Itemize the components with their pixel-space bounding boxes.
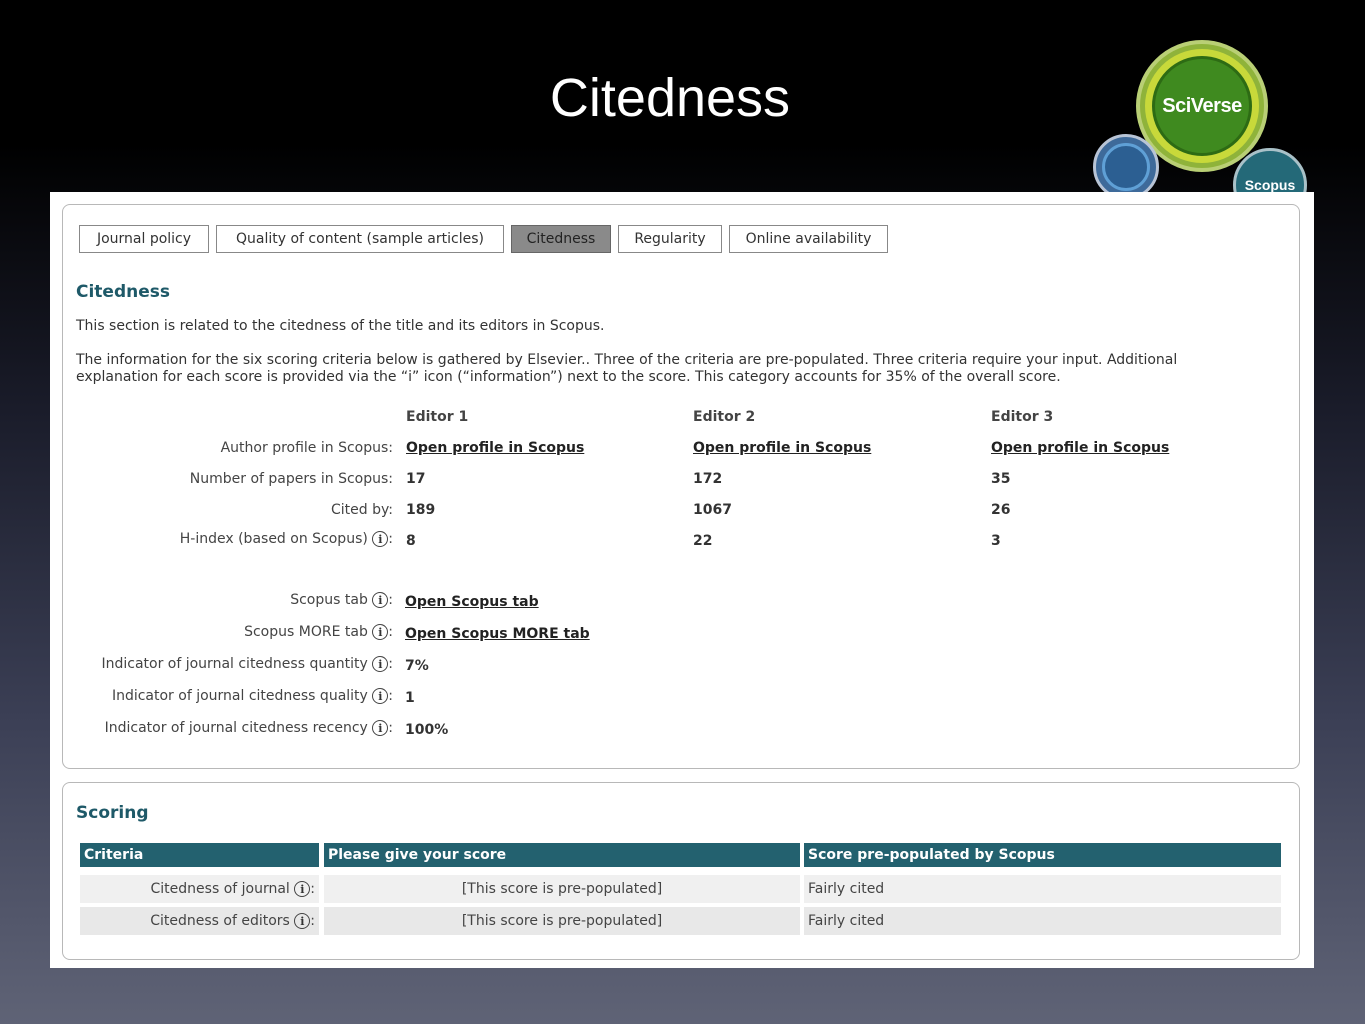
editor-3-cited-by: 26 <box>991 502 1011 518</box>
scopus-more-tab-row-label: Scopus MORE tab i: <box>244 624 393 640</box>
editor-1-header: Editor 1 <box>406 409 469 425</box>
h-index-row-label: H-index (based on Scopus) i: <box>180 531 393 547</box>
citedness-intro: This section is related to the citedness… <box>76 318 605 334</box>
editor-2-profile-link[interactable]: Open profile in Scopus <box>693 440 871 456</box>
editor-3-profile-link[interactable]: Open profile in Scopus <box>991 440 1169 456</box>
column-header-prepopulated: Score pre-populated by Scopus <box>804 843 1281 867</box>
info-icon[interactable]: i <box>294 913 311 929</box>
tab-quality-of-content[interactable]: Quality of content (sample articles) <box>216 225 504 253</box>
tab-online-availability[interactable]: Online availability <box>729 225 888 253</box>
citedness-heading: Citedness <box>76 282 170 302</box>
editor-2-papers: 172 <box>693 471 723 487</box>
citedness-quality-row-label: Indicator of journal citedness quality i… <box>112 688 393 704</box>
citedness-quantity-value: 7% <box>405 658 429 674</box>
editor-3-header: Editor 3 <box>991 409 1054 425</box>
label-colon: : <box>388 592 393 608</box>
table-row-prepop: Fairly cited <box>804 907 1281 935</box>
h-index-label: H-index (based on Scopus) <box>179 531 368 547</box>
scopus-tab-row-label: Scopus tab i: <box>290 592 393 608</box>
citedness-quantity-row-label: Indicator of journal citedness quantity … <box>101 656 393 672</box>
citedness-info-line-1: The information for the six scoring crit… <box>76 352 1178 368</box>
label-colon: : <box>388 656 393 672</box>
column-header-your-score: Please give your score <box>324 843 800 867</box>
editor-3-papers: 35 <box>991 471 1011 487</box>
editor-2-cited-by: 1067 <box>693 502 732 518</box>
citedness-recency-row-label: Indicator of journal citedness recency i… <box>105 720 393 736</box>
citedness-recency-label: Indicator of journal citedness recency <box>104 720 368 736</box>
author-profile-label: Author profile in Scopus: <box>220 440 393 456</box>
column-header-criteria: Criteria <box>80 843 319 867</box>
scoring-box: Scoring Criteria Please give your score … <box>62 782 1300 960</box>
info-icon[interactable]: i <box>372 624 389 640</box>
citedness-quality-label: Indicator of journal citedness quality <box>111 688 368 704</box>
label-colon: : <box>388 531 393 547</box>
info-icon[interactable]: i <box>372 531 389 547</box>
criteria-label: Citedness of journal <box>150 881 290 897</box>
info-icon[interactable]: i <box>372 720 389 736</box>
editor-3-h-index: 3 <box>991 533 1001 549</box>
table-row-score: [This score is pre-populated] <box>324 875 800 903</box>
editor-2-h-index: 22 <box>693 533 713 549</box>
info-icon[interactable]: i <box>294 881 311 897</box>
table-row-criteria: Citedness of editors i: <box>80 907 319 935</box>
label-colon: : <box>310 913 315 929</box>
papers-label: Number of papers in Scopus: <box>189 471 393 487</box>
criteria-label: Citedness of editors <box>150 913 290 929</box>
editor-1-papers: 17 <box>406 471 426 487</box>
scopus-tab-label: Scopus tab <box>290 592 368 608</box>
tab-regularity[interactable]: Regularity <box>618 225 722 253</box>
info-icon[interactable]: i <box>372 688 389 704</box>
citedness-quantity-label: Indicator of journal citedness quantity <box>101 656 368 672</box>
citedness-box: Journal policy Quality of content (sampl… <box>62 204 1300 769</box>
table-row-prepop: Fairly cited <box>804 875 1281 903</box>
sciverse-logo-text: SciVerse <box>1162 94 1242 117</box>
scopus-more-tab-label: Scopus MORE tab <box>244 624 368 640</box>
scoring-heading: Scoring <box>76 803 149 823</box>
citedness-info-line-2: explanation for each score is provided v… <box>76 369 1061 385</box>
editor-1-profile-link[interactable]: Open profile in Scopus <box>406 440 584 456</box>
open-scopus-more-tab-link[interactable]: Open Scopus MORE tab <box>405 626 590 642</box>
logo-blue-circle-inner <box>1102 143 1150 191</box>
citedness-recency-value: 100% <box>405 722 449 738</box>
editor-1-h-index: 8 <box>406 533 416 549</box>
label-colon: : <box>310 881 315 897</box>
citedness-quality-value: 1 <box>405 690 415 706</box>
editor-2-header: Editor 2 <box>693 409 756 425</box>
tab-citedness[interactable]: Citedness <box>511 225 611 253</box>
editor-1-cited-by: 189 <box>406 502 436 518</box>
screenshot-panel: Journal policy Quality of content (sampl… <box>50 192 1314 968</box>
tab-journal-policy[interactable]: Journal policy <box>79 225 209 253</box>
label-colon: : <box>388 720 393 736</box>
cited-by-label: Cited by: <box>331 502 393 518</box>
label-colon: : <box>388 688 393 704</box>
table-row-score: [This score is pre-populated] <box>324 907 800 935</box>
info-icon[interactable]: i <box>372 592 389 608</box>
table-row-criteria: Citedness of journal i: <box>80 875 319 903</box>
label-colon: : <box>388 624 393 640</box>
info-icon[interactable]: i <box>372 656 389 672</box>
open-scopus-tab-link[interactable]: Open Scopus tab <box>405 594 539 610</box>
